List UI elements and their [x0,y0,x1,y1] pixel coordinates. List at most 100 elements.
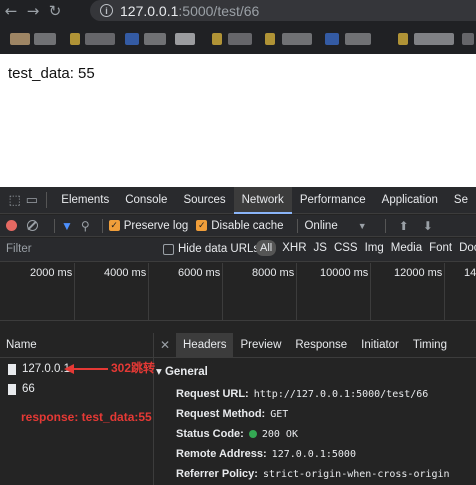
general-section-header[interactable]: ▾ General [156,364,208,378]
bookmark-item[interactable] [228,33,252,45]
general-title: General [164,366,208,378]
hide-data-urls[interactable]: Hide data URLs [163,243,259,255]
type-filter-img[interactable]: Img [365,242,384,254]
type-filter-xhr[interactable]: XHR [282,242,306,254]
bookmark-item[interactable] [212,33,222,45]
bookmark-item[interactable] [414,33,454,45]
divider [101,218,103,233]
disable-cache-label: Disable cache [211,219,284,232]
bookmark-item[interactable] [85,33,115,45]
referrer-policy-row: Referrer Policy: strict-origin-when-cros… [176,468,450,480]
info-icon[interactable]: i [100,4,113,17]
preserve-log-checkbox[interactable]: ✓ [108,220,120,231]
response-annotation: response: test_data:55 [21,410,152,424]
document-icon [8,363,16,375]
status-ok-icon [248,430,257,438]
network-toolbar: ▼ ⚲ ✓ Preserve log ✓ Disable cache Onlin… [0,215,476,237]
throttle-select[interactable]: Online ▼ [304,220,378,232]
bookmark-item[interactable] [144,33,166,45]
request-url-row: Request URL: http://127.0.0.1:5000/test/… [176,388,428,400]
tab-initiator[interactable]: Initiator [354,333,406,358]
export-har-icon[interactable]: ⬇ [423,219,433,233]
clear-icon[interactable] [27,220,38,231]
type-filter-all[interactable]: All [256,240,277,256]
bookmark-item[interactable] [398,33,408,45]
devtools-panel: ⬚ ▭ Elements Console Sources Network Per… [0,186,476,485]
timeline-gridline [370,263,371,321]
bookmark-item[interactable] [462,33,474,45]
name-column-header[interactable]: Name [0,333,153,358]
tab-preview[interactable]: Preview [233,333,288,358]
back-arrow-icon[interactable]: ← [0,0,22,22]
bookmark-item[interactable] [282,33,312,45]
tab-sources[interactable]: Sources [175,187,233,214]
request-detail-panel: ✕ Headers Preview Response Initiator Tim… [154,332,476,485]
tab-elements[interactable]: Elements [53,187,117,214]
type-filter-css[interactable]: CSS [334,242,358,254]
bookmarks-bar [0,28,476,50]
import-har-icon[interactable]: ⬆ [399,219,409,233]
reload-icon[interactable]: ↻ [44,0,66,22]
type-filter-font[interactable]: Font [429,242,452,254]
filter-input[interactable]: Filter [6,243,32,255]
request-url-key: Request URL: [176,388,249,400]
close-icon[interactable]: ✕ [154,338,176,352]
bookmark-item[interactable] [34,33,56,45]
timeline-gridline [74,263,75,321]
timeline-overview[interactable]: 2000 ms 4000 ms 6000 ms 8000 ms 10000 ms… [0,263,476,321]
hide-data-urls-checkbox[interactable] [163,243,174,255]
type-filter-doc[interactable]: Doc [459,242,476,254]
address-bar[interactable]: i 127.0.0.1:5000/test/66 [90,0,476,21]
bookmark-item[interactable] [345,33,371,45]
bookmark-item[interactable] [265,33,275,45]
tab-security[interactable]: Se [446,187,476,214]
tab-headers[interactable]: Headers [176,332,234,358]
remote-address-key: Remote Address: [176,448,267,460]
bookmark-item[interactable] [325,33,339,45]
bookmark-item[interactable] [125,33,139,45]
status-code-value: 200 OK [261,428,298,440]
tab-timing[interactable]: Timing [406,333,454,358]
inspect-element-icon[interactable]: ⬚ [6,190,23,210]
timeline-tick-label: 10000 ms [320,267,369,279]
request-name-column: Name 127.0.0.1 66 302跳转 response: test_d… [0,333,156,485]
referrer-policy-key: Referrer Policy: [176,468,258,480]
chevron-down-icon: ▼ [357,220,367,231]
page-text: test_data: 55 [8,65,95,82]
devtools-tabbar: ⬚ ▭ Elements Console Sources Network Per… [0,186,476,214]
tab-application[interactable]: Application [374,187,446,214]
tab-performance[interactable]: Performance [292,187,374,214]
type-filter-media[interactable]: Media [391,242,422,254]
timeline-tick-label: 2000 ms [30,267,73,279]
status-code-row: Status Code: 200 OK [176,428,298,440]
tab-console[interactable]: Console [117,187,175,214]
record-icon[interactable] [6,220,17,231]
throttle-value: Online [304,219,338,232]
request-name: 127.0.0.1 [22,363,70,375]
type-filter-js[interactable]: JS [314,242,327,254]
filter-icon[interactable]: ▼ [61,219,73,233]
bookmark-item[interactable] [70,33,80,45]
forward-arrow-icon[interactable]: → [22,0,44,22]
divider [297,218,299,233]
search-icon[interactable]: ⚲ [81,219,90,233]
bookmark-item[interactable] [175,33,195,45]
tab-network[interactable]: Network [233,186,292,214]
device-toolbar-icon[interactable]: ▭ [23,190,40,210]
request-row-final[interactable]: 66 [0,379,153,399]
request-method-key: Request Method: [176,408,266,420]
filter-bar: Filter Hide data URLs All XHR JS CSS Img… [0,238,476,262]
url-path: :5000/test/66 [178,2,260,19]
tab-response[interactable]: Response [288,333,354,358]
bookmark-item[interactable] [10,33,30,45]
divider [384,218,386,233]
remote-address-value: 127.0.0.1:5000 [271,448,356,460]
status-code-key: Status Code: [176,428,244,440]
redirect-annotation: 302跳转 [111,361,156,375]
requests-panel: Name 127.0.0.1 66 302跳转 response: test_d… [0,332,476,485]
request-name: 66 [22,383,35,395]
timeline-tick-label: 12000 ms [394,267,443,279]
disable-cache-checkbox[interactable]: ✓ [196,220,208,231]
annotation-arrow-icon [64,364,108,374]
timeline-tick-label: 4000 ms [104,267,147,279]
